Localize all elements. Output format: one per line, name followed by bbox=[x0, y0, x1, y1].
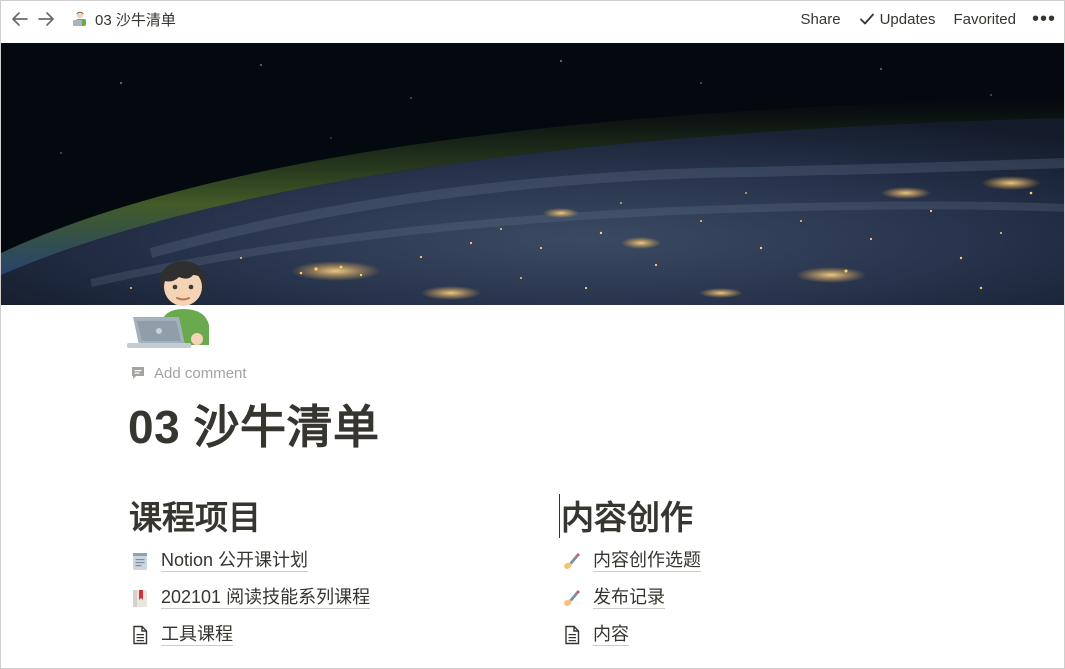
page-link-label: 内容 bbox=[593, 624, 629, 646]
page-link-label: 202101 阅读技能系列课程 bbox=[161, 587, 371, 609]
page-link-tool-course[interactable]: 工具课程 bbox=[129, 616, 529, 653]
add-comment-label: Add comment bbox=[154, 364, 247, 382]
page-icon bbox=[129, 624, 151, 646]
updates-button[interactable]: Updates bbox=[850, 5, 945, 33]
text-cursor bbox=[559, 494, 560, 538]
checkmark-icon bbox=[859, 13, 874, 25]
page-link-label: 工具课程 bbox=[161, 624, 233, 646]
updates-label: Updates bbox=[879, 10, 936, 28]
breadcrumb-title: 03 沙牛清单 bbox=[95, 11, 176, 29]
breadcrumb[interactable]: 03 沙牛清单 bbox=[67, 7, 180, 31]
column-course-projects: 课程项目 Notion 公开课计划 202101 阅读技能系列课程 工具课程 bbox=[129, 494, 529, 653]
page-link-content-topics[interactable]: 内容创作选题 bbox=[561, 542, 961, 579]
add-comment-button[interactable]: Add comment bbox=[130, 361, 247, 385]
bookmark-icon bbox=[129, 587, 151, 609]
writing-hand-icon bbox=[561, 550, 583, 572]
arrow-left-icon bbox=[12, 12, 28, 26]
column-content-creation: 内容创作 内容创作选题 发布记录 内容 bbox=[561, 494, 961, 653]
page-link-label: Notion 公开课计划 bbox=[161, 550, 309, 572]
page-emoji-icon[interactable] bbox=[127, 255, 223, 351]
back-button[interactable] bbox=[7, 6, 33, 32]
heading-course-projects[interactable]: 课程项目 bbox=[129, 494, 529, 542]
favorited-button[interactable]: Favorited bbox=[944, 5, 1025, 33]
heading-content-creation[interactable]: 内容创作 bbox=[561, 494, 961, 542]
page-icon bbox=[561, 624, 583, 646]
notepad-icon bbox=[129, 550, 151, 572]
arrow-right-icon bbox=[38, 12, 54, 26]
more-options-button[interactable]: ••• bbox=[1025, 5, 1064, 33]
page-title[interactable]: 03 沙牛清单 bbox=[128, 391, 379, 457]
share-button[interactable]: Share bbox=[792, 5, 850, 33]
technologist-icon bbox=[73, 11, 86, 26]
technologist-icon bbox=[127, 261, 209, 348]
writing-hand-icon bbox=[561, 587, 583, 609]
page-link-label: 内容创作选题 bbox=[593, 550, 701, 572]
comment-icon bbox=[132, 367, 144, 379]
page-link-reading-course[interactable]: 202101 阅读技能系列课程 bbox=[129, 579, 529, 616]
page-link-notion-course[interactable]: Notion 公开课计划 bbox=[129, 542, 529, 579]
page-link-publish-records[interactable]: 发布记录 bbox=[561, 579, 961, 616]
forward-button[interactable] bbox=[33, 6, 59, 32]
topbar-actions: Share Updates Favorited ••• bbox=[792, 5, 1064, 33]
topbar: 03 沙牛清单 Share Updates Favorited ••• bbox=[1, 1, 1064, 43]
page-link-content[interactable]: 内容 bbox=[561, 616, 961, 653]
page-link-label: 发布记录 bbox=[593, 587, 665, 609]
